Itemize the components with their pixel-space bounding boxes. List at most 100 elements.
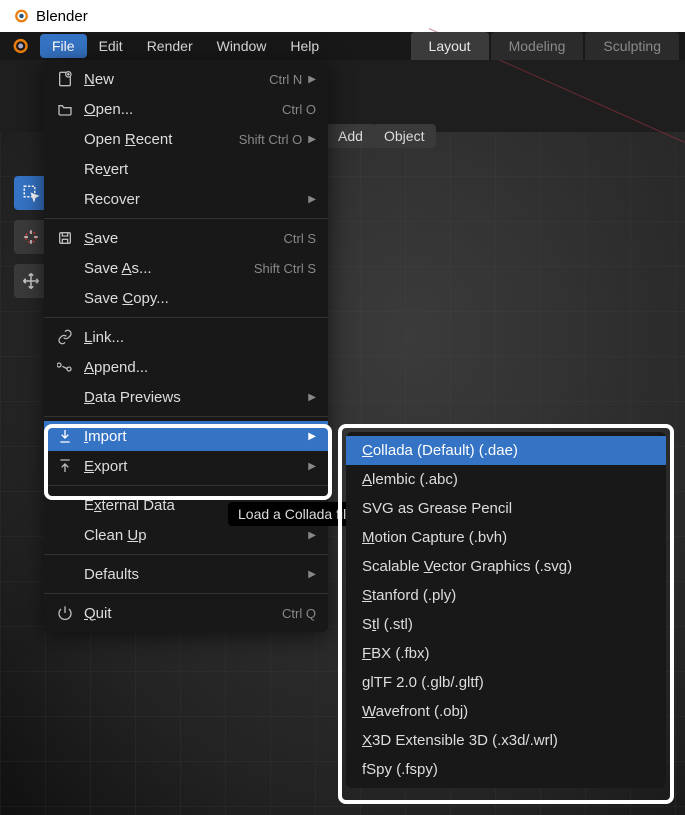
save-label: Save — [84, 230, 276, 247]
link-label: Link... — [84, 329, 316, 346]
menu-item-export[interactable]: Export ▶ — [44, 451, 328, 481]
menu-separator — [44, 593, 328, 594]
menu-item-link[interactable]: Link... — [44, 322, 328, 352]
window-title-bar: Blender — [0, 0, 685, 32]
menu-item-defaults[interactable]: Defaults ▶ — [44, 559, 328, 589]
header-object-menu[interactable]: Object — [372, 124, 436, 148]
menu-item-open-recent[interactable]: Open Recent Shift Ctrl O ▶ — [44, 124, 328, 154]
menu-separator — [44, 218, 328, 219]
menu-item-append[interactable]: Append... — [44, 352, 328, 382]
blender-logo-icon — [10, 6, 30, 26]
tool-cursor[interactable] — [14, 220, 48, 254]
menu-item-save[interactable]: Save Ctrl S — [44, 223, 328, 253]
blank-icon — [54, 190, 76, 208]
import-stanford[interactable]: Stanford (.ply) — [346, 581, 666, 610]
menu-separator — [44, 485, 328, 486]
open-label: Open... — [84, 101, 274, 118]
menu-separator — [44, 554, 328, 555]
import-fspy[interactable]: fSpy (.fspy) — [346, 755, 666, 784]
save-icon — [54, 229, 76, 247]
link-icon — [54, 328, 76, 346]
menu-separator — [44, 317, 328, 318]
tab-layout[interactable]: Layout — [411, 32, 489, 60]
import-icon — [54, 427, 76, 445]
menu-help[interactable]: Help — [278, 34, 331, 58]
menu-item-save-copy[interactable]: Save Copy... — [44, 283, 328, 313]
menu-render[interactable]: Render — [135, 34, 205, 58]
blank-icon — [54, 526, 76, 544]
import-alembic[interactable]: Alembic (.abc) — [346, 465, 666, 494]
import-fbx[interactable]: FBX (.fbx) — [346, 639, 666, 668]
tool-move[interactable] — [14, 264, 48, 298]
menu-window[interactable]: Window — [205, 34, 279, 58]
cleanup-label: Clean Up — [84, 527, 302, 544]
import-gltf[interactable]: glTF 2.0 (.glb/.gltf) — [346, 668, 666, 697]
revert-label: Revert — [84, 161, 316, 178]
menu-item-quit[interactable]: Quit Ctrl Q — [44, 598, 328, 628]
submenu-arrow-icon: ▶ — [308, 431, 316, 442]
import-submenu: Collada (Default) (.dae) Alembic (.abc) … — [346, 432, 666, 788]
power-icon — [54, 604, 76, 622]
menu-item-new[interactable]: New Ctrl N ▶ — [44, 64, 328, 94]
submenu-arrow-icon: ▶ — [308, 569, 316, 580]
blank-icon — [54, 388, 76, 406]
new-file-icon — [54, 70, 76, 88]
new-label: New — [84, 71, 261, 88]
submenu-arrow-icon: ▶ — [308, 74, 316, 85]
submenu-arrow-icon: ▶ — [308, 530, 316, 541]
left-toolbar — [14, 176, 48, 298]
open-recent-shortcut: Shift Ctrl O — [239, 132, 303, 147]
menu-item-import[interactable]: Import ▶ — [44, 421, 328, 451]
blank-icon — [54, 259, 76, 277]
import-wavefront[interactable]: Wavefront (.obj) — [346, 697, 666, 726]
menu-edit[interactable]: Edit — [87, 34, 135, 58]
workspace-tabs: Layout Modeling Sculpting — [409, 32, 679, 60]
append-label: Append... — [84, 359, 316, 376]
blank-icon — [54, 565, 76, 583]
blank-icon — [54, 130, 76, 148]
blank-icon — [54, 160, 76, 178]
header-add-menu[interactable]: Add — [326, 124, 375, 148]
export-icon — [54, 457, 76, 475]
submenu-arrow-icon: ▶ — [308, 392, 316, 403]
tool-select-box[interactable] — [14, 176, 48, 210]
append-icon — [54, 358, 76, 376]
defaults-label: Defaults — [84, 566, 302, 583]
import-stl[interactable]: Stl (.stl) — [346, 610, 666, 639]
new-shortcut: Ctrl N — [269, 72, 302, 87]
folder-open-icon — [54, 100, 76, 118]
save-as-shortcut: Shift Ctrl S — [254, 261, 316, 276]
export-label: Export — [84, 458, 302, 475]
import-svg[interactable]: Scalable Vector Graphics (.svg) — [346, 552, 666, 581]
menu-item-save-as[interactable]: Save As... Shift Ctrl S — [44, 253, 328, 283]
tab-modeling[interactable]: Modeling — [491, 32, 584, 60]
menu-item-recover[interactable]: Recover ▶ — [44, 184, 328, 214]
blender-icon[interactable] — [8, 35, 30, 57]
data-previews-label: Data Previews — [84, 389, 302, 406]
quit-label: Quit — [84, 605, 274, 622]
blank-icon — [54, 289, 76, 307]
import-svg-grease[interactable]: SVG as Grease Pencil — [346, 494, 666, 523]
open-shortcut: Ctrl O — [282, 102, 316, 117]
top-menubar: File Edit Render Window Help Layout Mode… — [0, 32, 685, 60]
save-as-label: Save As... — [84, 260, 246, 277]
import-collada[interactable]: Collada (Default) (.dae) — [346, 436, 666, 465]
open-recent-label: Open Recent — [84, 131, 231, 148]
file-dropdown: New Ctrl N ▶ Open... Ctrl O Open Recent … — [44, 60, 328, 632]
import-x3d[interactable]: X3D Extensible 3D (.x3d/.wrl) — [346, 726, 666, 755]
menu-item-data-previews[interactable]: Data Previews ▶ — [44, 382, 328, 412]
submenu-arrow-icon: ▶ — [308, 134, 316, 145]
menu-file[interactable]: File — [40, 34, 87, 58]
submenu-arrow-icon: ▶ — [308, 461, 316, 472]
menu-item-revert[interactable]: Revert — [44, 154, 328, 184]
recover-label: Recover — [84, 191, 302, 208]
window-title: Blender — [36, 8, 88, 25]
tab-sculpting[interactable]: Sculpting — [585, 32, 679, 60]
save-shortcut: Ctrl S — [284, 231, 317, 246]
quit-shortcut: Ctrl Q — [282, 606, 316, 621]
submenu-arrow-icon: ▶ — [308, 194, 316, 205]
import-motion-capture[interactable]: Motion Capture (.bvh) — [346, 523, 666, 552]
save-copy-label: Save Copy... — [84, 290, 316, 307]
menu-item-open[interactable]: Open... Ctrl O — [44, 94, 328, 124]
menu-separator — [44, 416, 328, 417]
